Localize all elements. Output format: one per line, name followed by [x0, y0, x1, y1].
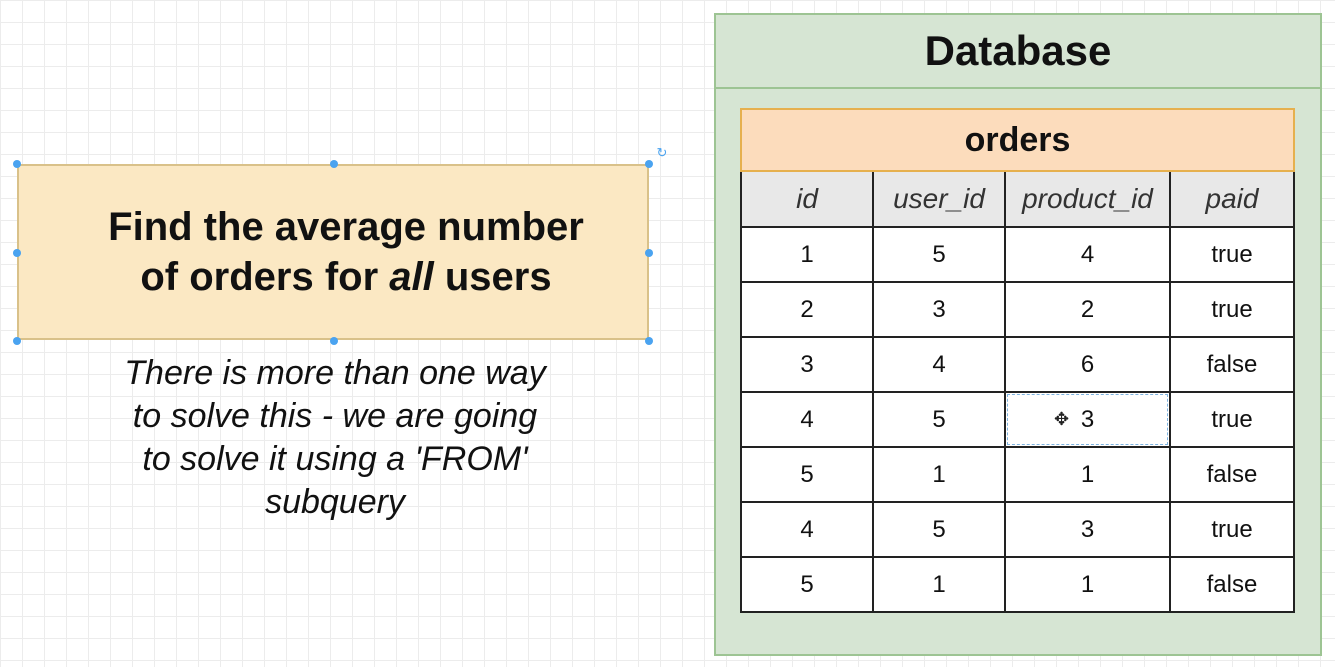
cell-product-id-selected[interactable]: ✥ 3: [1004, 391, 1171, 448]
cell-id: 4: [740, 391, 874, 448]
cell-id: 2: [740, 281, 874, 338]
resize-handle-bottom[interactable]: [330, 337, 338, 345]
table-row: 5 1 1 false: [740, 556, 1295, 613]
cell-product-id: 1: [1004, 446, 1171, 503]
column-header-user-id: user_id: [872, 170, 1006, 228]
task-title-line2-start: of orders for: [140, 255, 390, 299]
column-header-id: id: [740, 170, 874, 228]
table-row: 2 3 2 true: [740, 281, 1295, 338]
cell-user-id: 5: [872, 391, 1006, 448]
table-row: 5 1 1 false: [740, 446, 1295, 503]
cell-product-id-value: 3: [1080, 405, 1095, 433]
resize-handle-top-left[interactable]: [13, 160, 21, 168]
cell-user-id: 4: [872, 336, 1006, 393]
cell-product-id: 6: [1004, 336, 1171, 393]
task-title: Find the average number of orders for al…: [82, 202, 584, 302]
cell-id: 5: [740, 556, 874, 613]
cell-id: 1: [740, 226, 874, 283]
cell-paid: false: [1169, 446, 1295, 503]
table-row: 4 5 ✥ 3 true: [740, 391, 1295, 448]
note-line-1: There is more than one way: [124, 354, 546, 392]
note-line-2: to solve this - we are going: [132, 397, 538, 435]
column-header-row: id user_id product_id paid: [740, 170, 1295, 228]
cell-user-id: 1: [872, 446, 1006, 503]
cell-paid: true: [1169, 501, 1295, 558]
note-line-4: subquery: [265, 483, 405, 521]
column-header-paid: paid: [1169, 170, 1295, 228]
task-title-line2-end: users: [433, 255, 552, 299]
cell-user-id: 1: [872, 556, 1006, 613]
task-title-emphasis: all: [389, 255, 434, 299]
column-header-product-id: product_id: [1004, 170, 1171, 228]
resize-handle-left[interactable]: [13, 249, 21, 257]
table-row: 4 5 3 true: [740, 501, 1295, 558]
orders-table: orders id user_id product_id paid 1 5 4 …: [740, 108, 1295, 613]
note-text: There is more than one way to solve this…: [60, 352, 610, 524]
table-title: orders: [740, 108, 1295, 172]
database-title: Database: [924, 27, 1112, 74]
resize-handle-bottom-left[interactable]: [13, 337, 21, 345]
cell-paid: false: [1169, 556, 1295, 613]
cell-user-id: 5: [872, 226, 1006, 283]
cell-id: 3: [740, 336, 874, 393]
resize-handle-right[interactable]: [645, 249, 653, 257]
move-cursor-icon: ✥: [1054, 409, 1070, 429]
cell-paid: true: [1169, 281, 1295, 338]
cell-id: 5: [740, 446, 874, 503]
resize-handle-top-right[interactable]: [645, 160, 653, 168]
resize-handle-bottom-right[interactable]: [645, 337, 653, 345]
task-box[interactable]: Find the average number of orders for al…: [17, 164, 649, 340]
cell-product-id: 1: [1004, 556, 1171, 613]
table-row: 1 5 4 true: [740, 226, 1295, 283]
resize-handle-top[interactable]: [330, 160, 338, 168]
cell-user-id: 3: [872, 281, 1006, 338]
cell-product-id: 4: [1004, 226, 1171, 283]
cell-paid: false: [1169, 336, 1295, 393]
cell-user-id: 5: [872, 501, 1006, 558]
cell-product-id: 2: [1004, 281, 1171, 338]
database-header: Database: [716, 15, 1320, 89]
cell-product-id: 3: [1004, 501, 1171, 558]
cell-id: 4: [740, 501, 874, 558]
table-row: 3 4 6 false: [740, 336, 1295, 393]
task-title-line1: Find the average number: [108, 205, 584, 249]
cell-paid: true: [1169, 226, 1295, 283]
cell-paid: true: [1169, 391, 1295, 448]
note-line-3: to solve it using a 'FROM': [142, 440, 528, 478]
rotate-icon[interactable]: ↻: [655, 146, 669, 160]
